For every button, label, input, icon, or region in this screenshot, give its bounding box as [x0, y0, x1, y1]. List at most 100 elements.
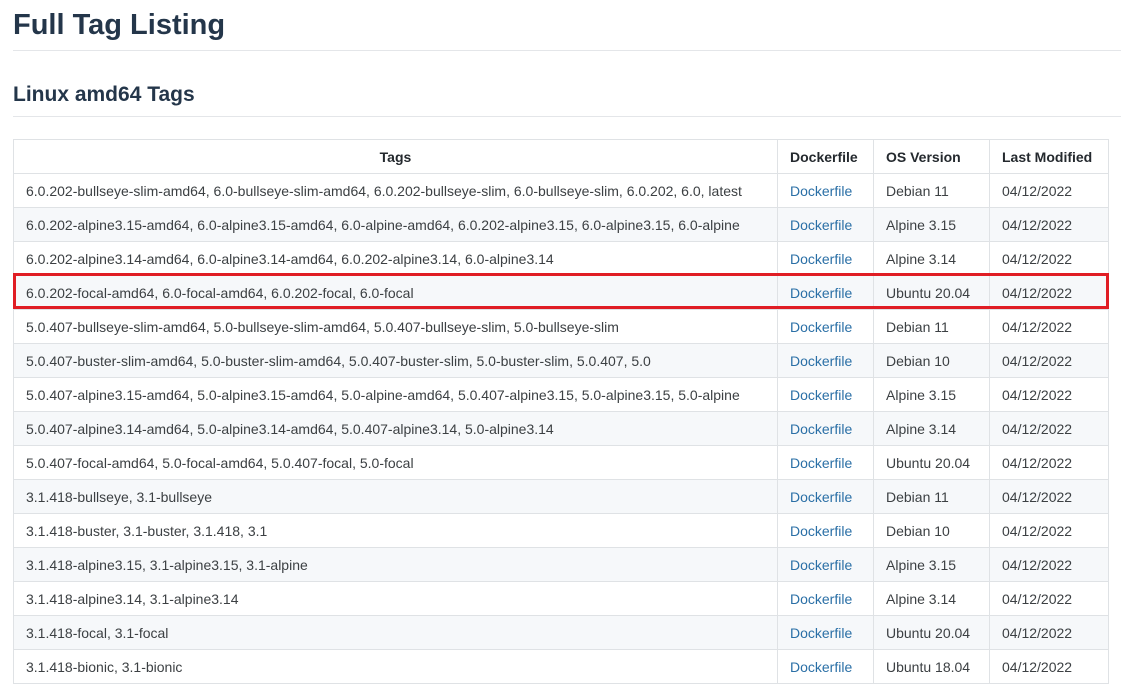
tags-cell: 3.1.418-bullseye, 3.1-bullseye	[13, 479, 778, 514]
last-modified-cell: 04/12/2022	[989, 377, 1109, 412]
dockerfile-link[interactable]: Dockerfile	[790, 285, 852, 301]
dockerfile-link[interactable]: Dockerfile	[790, 353, 852, 369]
last-modified-cell: 04/12/2022	[989, 275, 1109, 310]
section-divider	[13, 116, 1121, 117]
table-row: 5.0.407-buster-slim-amd64, 5.0-buster-sl…	[13, 343, 1109, 378]
last-modified-cell: 04/12/2022	[989, 411, 1109, 446]
tags-cell: 3.1.418-bionic, 3.1-bionic	[13, 649, 778, 684]
table-row: 3.1.418-bullseye, 3.1-bullseye Dockerfile…	[13, 479, 1109, 514]
dockerfile-cell: Dockerfile	[777, 411, 874, 446]
tag-table: Tags Dockerfile OS Version Last Modified…	[13, 139, 1109, 684]
tags-cell: 6.0.202-focal-amd64, 6.0-focal-amd64, 6.…	[13, 275, 778, 310]
tags-cell: 3.1.418-buster, 3.1-buster, 3.1.418, 3.1	[13, 513, 778, 548]
last-modified-cell: 04/12/2022	[989, 547, 1109, 582]
header-last-modified: Last Modified	[989, 139, 1109, 174]
table-row: 3.1.418-focal, 3.1-focal Dockerfile Ubuntu…	[13, 615, 1109, 650]
dockerfile-link[interactable]: Dockerfile	[790, 591, 852, 607]
tags-cell: 6.0.202-bullseye-slim-amd64, 6.0-bullsey…	[13, 173, 778, 208]
os-version-cell: Alpine 3.14	[873, 241, 990, 276]
table-row: 3.1.418-alpine3.15, 3.1-alpine3.15, 3.1-…	[13, 547, 1109, 582]
dockerfile-link[interactable]: Dockerfile	[790, 625, 852, 641]
os-version-cell: Debian 11	[873, 479, 990, 514]
table-row: 6.0.202-alpine3.14-amd64, 6.0-alpine3.14…	[13, 241, 1109, 276]
dockerfile-cell: Dockerfile	[777, 343, 874, 378]
table-row: 5.0.407-alpine3.14-amd64, 5.0-alpine3.14…	[13, 411, 1109, 446]
title-divider	[13, 50, 1121, 51]
dockerfile-cell: Dockerfile	[777, 275, 874, 310]
header-tags: Tags	[13, 139, 778, 174]
last-modified-cell: 04/12/2022	[989, 445, 1109, 480]
last-modified-cell: 04/12/2022	[989, 581, 1109, 616]
dockerfile-cell: Dockerfile	[777, 445, 874, 480]
dockerfile-link[interactable]: Dockerfile	[790, 557, 852, 573]
os-version-cell: Debian 11	[873, 173, 990, 208]
table-row: 5.0.407-bullseye-slim-amd64, 5.0-bullsey…	[13, 309, 1109, 344]
last-modified-cell: 04/12/2022	[989, 173, 1109, 208]
os-version-cell: Ubuntu 18.04	[873, 649, 990, 684]
os-version-cell: Alpine 3.14	[873, 411, 990, 446]
table-body: 6.0.202-bullseye-slim-amd64, 6.0-bullsey…	[13, 173, 1109, 684]
dockerfile-cell: Dockerfile	[777, 309, 874, 344]
dockerfile-cell: Dockerfile	[777, 513, 874, 548]
tags-cell: 5.0.407-alpine3.14-amd64, 5.0-alpine3.14…	[13, 411, 778, 446]
dockerfile-link[interactable]: Dockerfile	[790, 251, 852, 267]
tags-cell: 5.0.407-focal-amd64, 5.0-focal-amd64, 5.…	[13, 445, 778, 480]
tags-cell: 5.0.407-alpine3.15-amd64, 5.0-alpine3.15…	[13, 377, 778, 412]
os-version-cell: Alpine 3.15	[873, 207, 990, 242]
tags-cell: 3.1.418-focal, 3.1-focal	[13, 615, 778, 650]
dockerfile-cell: Dockerfile	[777, 581, 874, 616]
last-modified-cell: 04/12/2022	[989, 513, 1109, 548]
tags-cell: 6.0.202-alpine3.15-amd64, 6.0-alpine3.15…	[13, 207, 778, 242]
table-row: 6.0.202-alpine3.15-amd64, 6.0-alpine3.15…	[13, 207, 1109, 242]
os-version-cell: Alpine 3.15	[873, 547, 990, 582]
os-version-cell: Ubuntu 20.04	[873, 445, 990, 480]
os-version-cell: Alpine 3.14	[873, 581, 990, 616]
os-version-cell: Debian 10	[873, 513, 990, 548]
dockerfile-link[interactable]: Dockerfile	[790, 659, 852, 675]
os-version-cell: Debian 10	[873, 343, 990, 378]
dockerfile-link[interactable]: Dockerfile	[790, 217, 852, 233]
tags-cell: 5.0.407-bullseye-slim-amd64, 5.0-bullsey…	[13, 309, 778, 344]
dockerfile-link[interactable]: Dockerfile	[790, 387, 852, 403]
dockerfile-link[interactable]: Dockerfile	[790, 455, 852, 471]
header-dockerfile: Dockerfile	[777, 139, 874, 174]
os-version-cell: Ubuntu 20.04	[873, 615, 990, 650]
tags-cell: 5.0.407-buster-slim-amd64, 5.0-buster-sl…	[13, 343, 778, 378]
tags-cell: 3.1.418-alpine3.15, 3.1-alpine3.15, 3.1-…	[13, 547, 778, 582]
dockerfile-cell: Dockerfile	[777, 615, 874, 650]
table-row: 3.1.418-bionic, 3.1-bionic Dockerfile Ubun…	[13, 649, 1109, 684]
page-title: Full Tag Listing	[13, 9, 226, 41]
os-version-cell: Ubuntu 20.04	[873, 275, 990, 310]
section-title: Linux amd64 Tags	[13, 83, 195, 106]
table-row: 6.0.202-focal-amd64, 6.0-focal-amd64, 6.…	[13, 275, 1109, 310]
last-modified-cell: 04/12/2022	[989, 649, 1109, 684]
dockerfile-link[interactable]: Dockerfile	[790, 183, 852, 199]
tags-cell: 3.1.418-alpine3.14, 3.1-alpine3.14	[13, 581, 778, 616]
dockerfile-cell: Dockerfile	[777, 479, 874, 514]
dockerfile-cell: Dockerfile	[777, 547, 874, 582]
dockerfile-link[interactable]: Dockerfile	[790, 319, 852, 335]
last-modified-cell: 04/12/2022	[989, 309, 1109, 344]
page-content: Full Tag Listing Linux amd64 Tags Tags D…	[13, 0, 1121, 684]
dockerfile-cell: Dockerfile	[777, 207, 874, 242]
table-row: 5.0.407-focal-amd64, 5.0-focal-amd64, 5.…	[13, 445, 1109, 480]
dockerfile-cell: Dockerfile	[777, 377, 874, 412]
last-modified-cell: 04/12/2022	[989, 615, 1109, 650]
dockerfile-link[interactable]: Dockerfile	[790, 489, 852, 505]
dockerfile-cell: Dockerfile	[777, 173, 874, 208]
last-modified-cell: 04/12/2022	[989, 479, 1109, 514]
table-row: 3.1.418-buster, 3.1-buster, 3.1.418, 3.1…	[13, 513, 1109, 548]
last-modified-cell: 04/12/2022	[989, 343, 1109, 378]
table-row: 5.0.407-alpine3.15-amd64, 5.0-alpine3.15…	[13, 377, 1109, 412]
table-header-row: Tags Dockerfile OS Version Last Modified	[13, 139, 1109, 174]
dockerfile-link[interactable]: Dockerfile	[790, 523, 852, 539]
table-row: 6.0.202-bullseye-slim-amd64, 6.0-bullsey…	[13, 173, 1109, 208]
last-modified-cell: 04/12/2022	[989, 207, 1109, 242]
header-os-version: OS Version	[873, 139, 990, 174]
dockerfile-link[interactable]: Dockerfile	[790, 421, 852, 437]
last-modified-cell: 04/12/2022	[989, 241, 1109, 276]
tags-cell: 6.0.202-alpine3.14-amd64, 6.0-alpine3.14…	[13, 241, 778, 276]
dockerfile-cell: Dockerfile	[777, 649, 874, 684]
dockerfile-cell: Dockerfile	[777, 241, 874, 276]
table-row: 3.1.418-alpine3.14, 3.1-alpine3.14 Docker…	[13, 581, 1109, 616]
